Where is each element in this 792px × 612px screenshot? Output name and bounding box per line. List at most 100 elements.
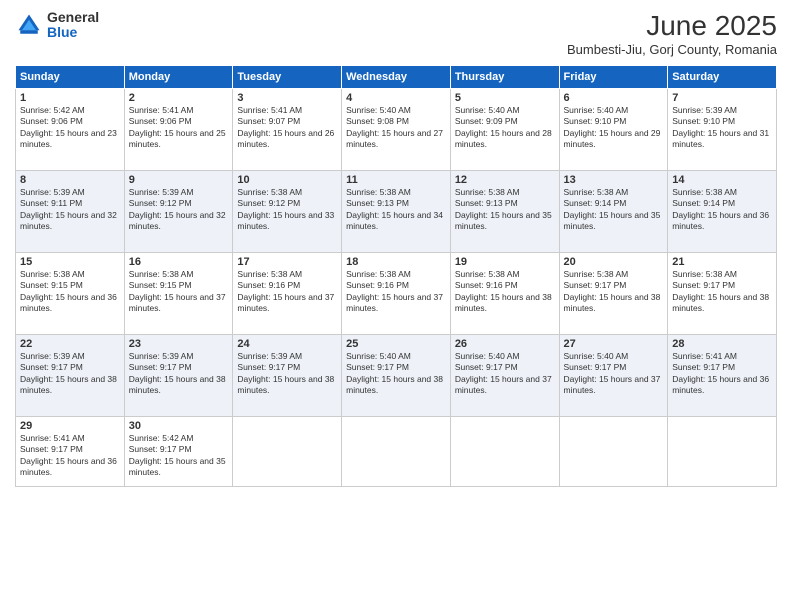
day-number: 4 xyxy=(346,92,446,104)
day-30: 30 Sunrise: 5:42 AMSunset: 9:17 PMDaylig… xyxy=(124,417,233,487)
day-info: Sunrise: 5:38 AMSunset: 9:14 PMDaylight:… xyxy=(672,187,772,233)
day-info: Sunrise: 5:38 AMSunset: 9:17 PMDaylight:… xyxy=(672,269,772,315)
day-info: Sunrise: 5:39 AMSunset: 9:12 PMDaylight:… xyxy=(129,187,229,233)
day-25: 25 Sunrise: 5:40 AMSunset: 9:17 PMDaylig… xyxy=(342,335,451,417)
day-11: 11 Sunrise: 5:38 AMSunset: 9:13 PMDaylig… xyxy=(342,171,451,253)
day-15: 15 Sunrise: 5:38 AMSunset: 9:15 PMDaylig… xyxy=(16,253,125,335)
empty-cell xyxy=(233,417,342,487)
day-info: Sunrise: 5:38 AMSunset: 9:14 PMDaylight:… xyxy=(564,187,664,233)
day-number: 28 xyxy=(672,338,772,350)
day-14: 14 Sunrise: 5:38 AMSunset: 9:14 PMDaylig… xyxy=(668,171,777,253)
logo-text: General Blue xyxy=(47,10,99,41)
empty-cell xyxy=(450,417,559,487)
logo-general-label: General xyxy=(47,10,99,25)
location-title: Bumbesti-Jiu, Gorj County, Romania xyxy=(567,42,777,57)
day-number: 17 xyxy=(237,256,337,268)
day-29: 29 Sunrise: 5:41 AMSunset: 9:17 PMDaylig… xyxy=(16,417,125,487)
day-4: 4 Sunrise: 5:40 AMSunset: 9:08 PMDayligh… xyxy=(342,89,451,171)
day-number: 9 xyxy=(129,174,229,186)
day-number: 10 xyxy=(237,174,337,186)
calendar-header-row: Sunday Monday Tuesday Wednesday Thursday… xyxy=(16,66,777,89)
day-number: 24 xyxy=(237,338,337,350)
day-20: 20 Sunrise: 5:38 AMSunset: 9:17 PMDaylig… xyxy=(559,253,668,335)
day-1: 1 Sunrise: 5:42 AMSunset: 9:06 PMDayligh… xyxy=(16,89,125,171)
day-5: 5 Sunrise: 5:40 AMSunset: 9:09 PMDayligh… xyxy=(450,89,559,171)
day-27: 27 Sunrise: 5:40 AMSunset: 9:17 PMDaylig… xyxy=(559,335,668,417)
day-info: Sunrise: 5:40 AMSunset: 9:10 PMDaylight:… xyxy=(564,105,664,151)
day-info: Sunrise: 5:38 AMSunset: 9:13 PMDaylight:… xyxy=(455,187,555,233)
week-row-1: 1 Sunrise: 5:42 AMSunset: 9:06 PMDayligh… xyxy=(16,89,777,171)
day-2: 2 Sunrise: 5:41 AMSunset: 9:06 PMDayligh… xyxy=(124,89,233,171)
page: General Blue June 2025 Bumbesti-Jiu, Gor… xyxy=(0,0,792,612)
day-number: 8 xyxy=(20,174,120,186)
week-row-2: 8 Sunrise: 5:39 AMSunset: 9:11 PMDayligh… xyxy=(16,171,777,253)
day-number: 27 xyxy=(564,338,664,350)
day-info: Sunrise: 5:38 AMSunset: 9:17 PMDaylight:… xyxy=(564,269,664,315)
empty-cell xyxy=(342,417,451,487)
day-info: Sunrise: 5:39 AMSunset: 9:17 PMDaylight:… xyxy=(237,351,337,397)
empty-cell xyxy=(559,417,668,487)
col-header-sunday: Sunday xyxy=(16,66,125,89)
day-13: 13 Sunrise: 5:38 AMSunset: 9:14 PMDaylig… xyxy=(559,171,668,253)
day-7: 7 Sunrise: 5:39 AMSunset: 9:10 PMDayligh… xyxy=(668,89,777,171)
day-number: 26 xyxy=(455,338,555,350)
logo-blue-label: Blue xyxy=(47,25,99,40)
day-info: Sunrise: 5:40 AMSunset: 9:17 PMDaylight:… xyxy=(564,351,664,397)
day-number: 16 xyxy=(129,256,229,268)
month-title: June 2025 xyxy=(567,10,777,42)
day-22: 22 Sunrise: 5:39 AMSunset: 9:17 PMDaylig… xyxy=(16,335,125,417)
day-info: Sunrise: 5:39 AMSunset: 9:17 PMDaylight:… xyxy=(20,351,120,397)
day-24: 24 Sunrise: 5:39 AMSunset: 9:17 PMDaylig… xyxy=(233,335,342,417)
week-row-4: 22 Sunrise: 5:39 AMSunset: 9:17 PMDaylig… xyxy=(16,335,777,417)
day-info: Sunrise: 5:41 AMSunset: 9:17 PMDaylight:… xyxy=(672,351,772,397)
day-number: 30 xyxy=(129,420,229,432)
day-number: 14 xyxy=(672,174,772,186)
day-info: Sunrise: 5:38 AMSunset: 9:16 PMDaylight:… xyxy=(346,269,446,315)
day-number: 11 xyxy=(346,174,446,186)
day-info: Sunrise: 5:40 AMSunset: 9:17 PMDaylight:… xyxy=(455,351,555,397)
day-info: Sunrise: 5:42 AMSunset: 9:06 PMDaylight:… xyxy=(20,105,120,151)
day-23: 23 Sunrise: 5:39 AMSunset: 9:17 PMDaylig… xyxy=(124,335,233,417)
day-info: Sunrise: 5:39 AMSunset: 9:11 PMDaylight:… xyxy=(20,187,120,233)
day-info: Sunrise: 5:38 AMSunset: 9:12 PMDaylight:… xyxy=(237,187,337,233)
day-12: 12 Sunrise: 5:38 AMSunset: 9:13 PMDaylig… xyxy=(450,171,559,253)
day-21: 21 Sunrise: 5:38 AMSunset: 9:17 PMDaylig… xyxy=(668,253,777,335)
day-info: Sunrise: 5:38 AMSunset: 9:15 PMDaylight:… xyxy=(129,269,229,315)
col-header-tuesday: Tuesday xyxy=(233,66,342,89)
day-19: 19 Sunrise: 5:38 AMSunset: 9:16 PMDaylig… xyxy=(450,253,559,335)
day-info: Sunrise: 5:41 AMSunset: 9:06 PMDaylight:… xyxy=(129,105,229,151)
logo-icon xyxy=(15,11,43,39)
day-info: Sunrise: 5:40 AMSunset: 9:17 PMDaylight:… xyxy=(346,351,446,397)
day-number: 21 xyxy=(672,256,772,268)
day-number: 13 xyxy=(564,174,664,186)
day-number: 1 xyxy=(20,92,120,104)
col-header-friday: Friday xyxy=(559,66,668,89)
title-block: June 2025 Bumbesti-Jiu, Gorj County, Rom… xyxy=(567,10,777,57)
day-info: Sunrise: 5:41 AMSunset: 9:17 PMDaylight:… xyxy=(20,433,120,479)
week-row-5: 29 Sunrise: 5:41 AMSunset: 9:17 PMDaylig… xyxy=(16,417,777,487)
day-9: 9 Sunrise: 5:39 AMSunset: 9:12 PMDayligh… xyxy=(124,171,233,253)
day-number: 29 xyxy=(20,420,120,432)
day-number: 20 xyxy=(564,256,664,268)
day-number: 5 xyxy=(455,92,555,104)
day-number: 25 xyxy=(346,338,446,350)
day-6: 6 Sunrise: 5:40 AMSunset: 9:10 PMDayligh… xyxy=(559,89,668,171)
day-number: 2 xyxy=(129,92,229,104)
empty-cell xyxy=(668,417,777,487)
day-26: 26 Sunrise: 5:40 AMSunset: 9:17 PMDaylig… xyxy=(450,335,559,417)
day-17: 17 Sunrise: 5:38 AMSunset: 9:16 PMDaylig… xyxy=(233,253,342,335)
day-number: 15 xyxy=(20,256,120,268)
day-8: 8 Sunrise: 5:39 AMSunset: 9:11 PMDayligh… xyxy=(16,171,125,253)
day-10: 10 Sunrise: 5:38 AMSunset: 9:12 PMDaylig… xyxy=(233,171,342,253)
calendar-table: Sunday Monday Tuesday Wednesday Thursday… xyxy=(15,65,777,487)
day-number: 12 xyxy=(455,174,555,186)
day-number: 23 xyxy=(129,338,229,350)
day-info: Sunrise: 5:38 AMSunset: 9:16 PMDaylight:… xyxy=(237,269,337,315)
day-16: 16 Sunrise: 5:38 AMSunset: 9:15 PMDaylig… xyxy=(124,253,233,335)
day-number: 6 xyxy=(564,92,664,104)
col-header-wednesday: Wednesday xyxy=(342,66,451,89)
day-info: Sunrise: 5:42 AMSunset: 9:17 PMDaylight:… xyxy=(129,433,229,479)
header: General Blue June 2025 Bumbesti-Jiu, Gor… xyxy=(15,10,777,57)
day-info: Sunrise: 5:39 AMSunset: 9:17 PMDaylight:… xyxy=(129,351,229,397)
day-3: 3 Sunrise: 5:41 AMSunset: 9:07 PMDayligh… xyxy=(233,89,342,171)
